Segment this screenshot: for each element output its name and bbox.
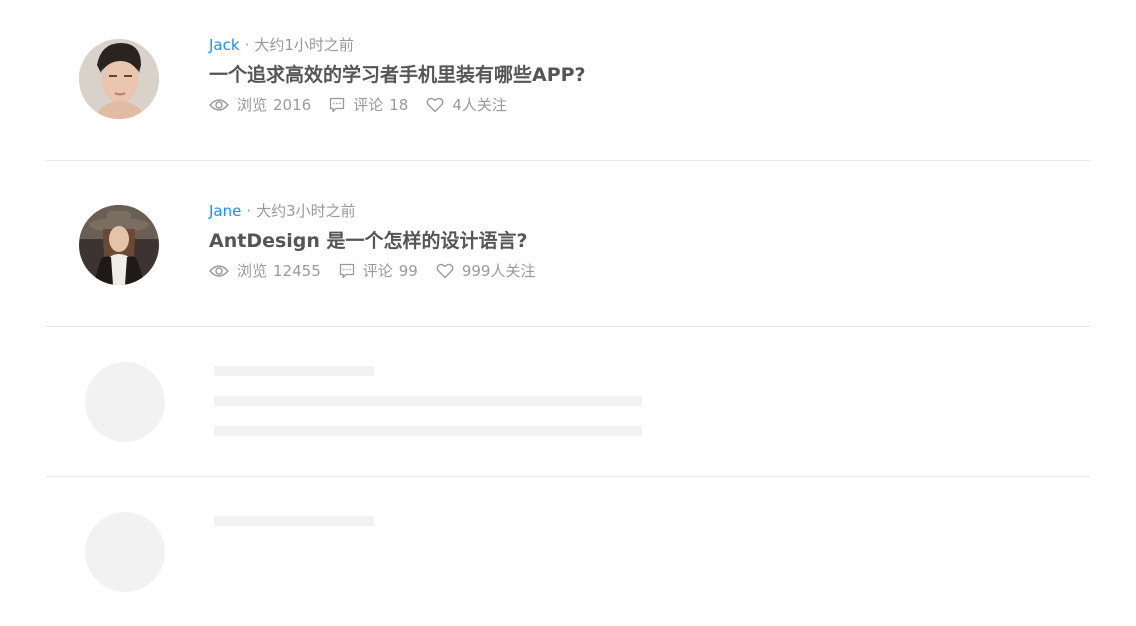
item-actions: 浏览 12455 评论 99 999人关注 (209, 260, 553, 281)
views-label: 浏览 (237, 262, 268, 280)
question-title[interactable]: AntDesign 是一个怎样的设计语言? (209, 228, 553, 254)
post-time: 大约1小时之前 (254, 36, 354, 54)
heart-icon (426, 97, 444, 113)
avatar-jane-image (79, 205, 159, 285)
question-title[interactable]: 一个追求高效的学习者手机里装有哪些APP? (209, 62, 586, 88)
skeleton-title-bar (214, 516, 374, 526)
avatar[interactable] (79, 205, 159, 285)
meta-separator: · (246, 202, 252, 220)
skeleton-line (214, 426, 642, 436)
avatar-jack-image (79, 39, 159, 119)
followers-count: 4人关注 (452, 96, 507, 114)
comments-label: 评论 (353, 96, 384, 114)
item-meta: Jack · 大约1小时之前 (209, 34, 586, 56)
item-content: Jane · 大约3小时之前 AntDesign 是一个怎样的设计语言? 浏览 12… (209, 200, 553, 281)
item-meta: Jane · 大约3小时之前 (209, 200, 553, 222)
followers-count: 999人关注 (461, 262, 536, 280)
skeleton-line (214, 396, 642, 406)
skeleton-item (46, 477, 1090, 626)
views-action[interactable]: 浏览 2016 (209, 94, 311, 115)
views-action[interactable]: 浏览 12455 (209, 260, 321, 281)
skeleton-item (46, 327, 1090, 477)
followers-action[interactable]: 4人关注 (426, 94, 507, 115)
message-icon (339, 263, 355, 279)
comments-count: 99 (398, 261, 418, 280)
author-link[interactable]: Jane (209, 202, 241, 220)
views-count: 12455 (273, 261, 321, 280)
question-list: Jack · 大约1小时之前 一个追求高效的学习者手机里装有哪些APP? 浏览 20… (46, 0, 1090, 626)
views-label: 浏览 (237, 96, 268, 114)
eye-icon (209, 98, 229, 112)
followers-action[interactable]: 999人关注 (436, 260, 536, 281)
avatar[interactable] (79, 39, 159, 119)
views-count: 2016 (273, 95, 312, 114)
comments-action[interactable]: 评论 18 (329, 94, 408, 115)
list-item: Jack · 大约1小时之前 一个追求高效的学习者手机里装有哪些APP? 浏览 20… (46, 0, 1090, 161)
list-item: Jane · 大约3小时之前 AntDesign 是一个怎样的设计语言? 浏览 12… (46, 161, 1090, 327)
skeleton-avatar (85, 362, 165, 442)
item-actions: 浏览 2016 评论 18 4人关注 (209, 94, 586, 115)
meta-separator: · (244, 36, 250, 54)
message-icon (329, 97, 345, 113)
eye-icon (209, 264, 229, 278)
skeleton-avatar (85, 512, 165, 592)
item-content: Jack · 大约1小时之前 一个追求高效的学习者手机里装有哪些APP? 浏览 20… (209, 34, 586, 115)
skeleton-title-bar (214, 366, 374, 376)
heart-icon (436, 263, 454, 279)
post-time: 大约3小时之前 (256, 202, 356, 220)
comments-label: 评论 (362, 262, 393, 280)
comments-count: 18 (389, 95, 409, 114)
comments-action[interactable]: 评论 99 (339, 260, 418, 281)
author-link[interactable]: Jack (209, 36, 240, 54)
